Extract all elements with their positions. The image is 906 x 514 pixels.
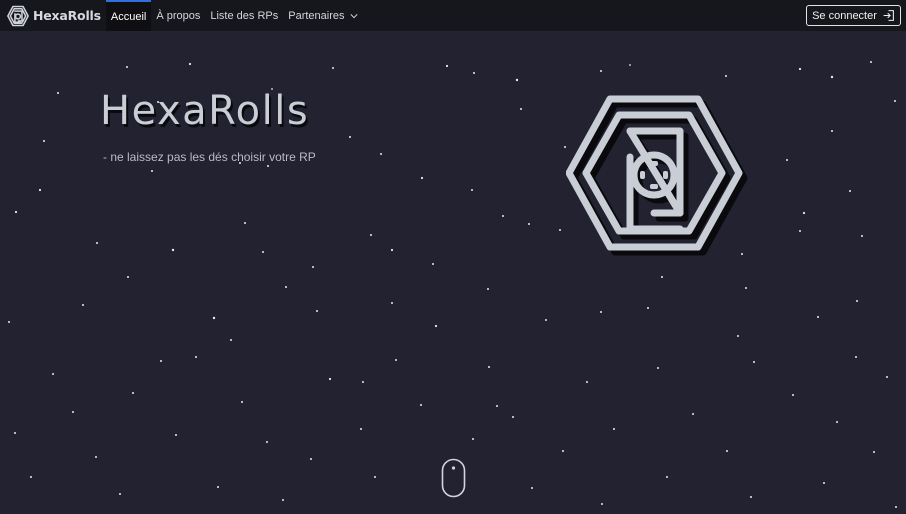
chevron-down-icon (349, 13, 358, 18)
hero-title: HexaRolls (100, 88, 310, 134)
hexarolls-hero-logo-icon (566, 95, 748, 256)
login-button-label: Se connecter (812, 9, 877, 22)
nav-link-partenaires-dropdown[interactable]: Partenaires (283, 0, 362, 31)
brand-link[interactable]: HexaRolls (0, 0, 106, 31)
top-navbar: HexaRolls Accueil À propos Liste des RPs… (0, 0, 906, 31)
nav-link-partenaires-label: Partenaires (288, 9, 345, 22)
nav-menu: Accueil À propos Liste des RPs Partenair… (105, 0, 363, 31)
nav-link-liste-rps[interactable]: Liste des RPs (205, 0, 283, 31)
sign-in-icon (883, 10, 894, 21)
nav-link-accueil[interactable]: Accueil (105, 0, 152, 31)
hero-tagline: - ne laissez pas les dés choisir votre R… (103, 150, 316, 164)
hexarolls-logo-icon (7, 5, 29, 26)
mouse-scroll-icon[interactable] (441, 458, 466, 498)
login-button[interactable]: Se connecter (806, 5, 901, 26)
nav-link-a-propos[interactable]: À propos (151, 0, 205, 31)
brand-name: HexaRolls (33, 8, 101, 23)
